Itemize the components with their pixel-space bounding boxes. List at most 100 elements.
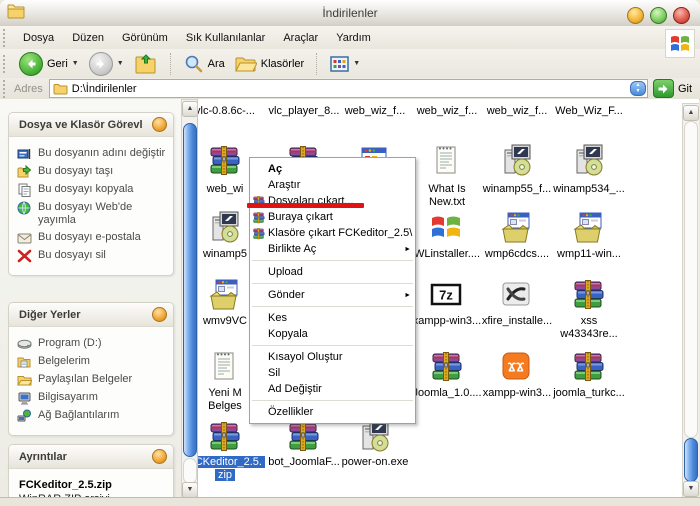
context-menu-item-sil[interactable]: Sil xyxy=(250,365,415,381)
views-icon xyxy=(330,56,349,72)
context-menu-item-upload[interactable]: Upload xyxy=(250,264,415,280)
views-button[interactable]: ▼ xyxy=(325,56,365,72)
file-item[interactable]: FCKeditor_2.5.zip xyxy=(197,419,262,453)
go-button[interactable] xyxy=(653,79,674,98)
views-dropdown-icon[interactable]: ▼ xyxy=(353,60,360,67)
scroll-up-icon[interactable]: ▲ xyxy=(182,101,198,117)
menu-item-label: Kes xyxy=(268,312,411,324)
forward-button[interactable]: ▼ xyxy=(84,52,129,76)
file-item[interactable]: xfire_installe... xyxy=(480,277,554,311)
scroll-down-icon[interactable]: ▼ xyxy=(683,481,699,497)
menubar-item-dosya[interactable]: Dosya xyxy=(14,29,63,47)
context-menu-item-a-[interactable]: Aç xyxy=(250,161,415,177)
toolbar: Geri ▼ ▼ Ara Klasörler ▼ xyxy=(0,49,700,78)
menubar-item-d-zen[interactable]: Düzen xyxy=(63,29,113,47)
windows-xp-logo-icon xyxy=(665,29,695,58)
submenu-arrow-icon: ► xyxy=(404,246,411,253)
scroll-down-icon[interactable]: ▼ xyxy=(182,482,198,498)
sidebar-panel-header[interactable]: Ayrıntılar xyxy=(9,445,173,469)
context-menu-item-klas-re-kart-fckeditor-2[interactable]: Klasöre çıkart FCKeditor_2.5\ xyxy=(250,225,415,241)
go-arrow-icon xyxy=(657,83,669,95)
sidebar-item-bu-dosyan-n-ad-n-de-i-tir[interactable]: Bu dosyanın adını değiştir xyxy=(17,147,167,161)
sidebar-item-belgelerim[interactable]: Belgelerim xyxy=(17,355,167,369)
context-menu: AçAraştır Dosyaları çıkart... Buraya çık… xyxy=(249,157,416,424)
file-item[interactable]: wmp6cdcs.... xyxy=(480,210,554,244)
sidebar-item-payla-lan-belgeler[interactable]: Paylaşılan Belgeler xyxy=(17,373,167,387)
collapse-button[interactable] xyxy=(152,307,167,322)
file-item[interactable]: wmp11-win... xyxy=(552,210,626,244)
context-menu-item-ara-t-r[interactable]: Araştır xyxy=(250,177,415,193)
maximize-button[interactable] xyxy=(650,7,667,24)
sidebar-panel-header[interactable]: Dosya ve Klasör Görevl xyxy=(9,113,173,137)
box-installer-icon xyxy=(499,210,535,244)
file-item[interactable]: 7zxampp-win3... xyxy=(410,277,484,311)
file-item[interactable]: What IsNew.txt xyxy=(410,143,484,177)
back-dropdown-icon[interactable]: ▼ xyxy=(72,60,79,67)
menubar-item-s-k-kullan-lanlar[interactable]: Sık Kullanılanlar xyxy=(177,29,275,47)
sidebar-scroll-thumb[interactable] xyxy=(183,123,197,457)
network-icon xyxy=(17,409,32,423)
file-item[interactable]: power-on.exe xyxy=(338,419,412,453)
address-spinner[interactable]: ▲▼ xyxy=(630,81,646,96)
menu-item-label: Aç xyxy=(268,163,411,175)
task-pane-sidebar: Dosya ve Klasör Görevl Bu dosyanın adını … xyxy=(0,99,181,497)
file-item-label[interactable]: Web_Wiz_F... xyxy=(544,105,634,117)
back-button[interactable]: Geri ▼ xyxy=(14,52,84,76)
sidebar-item-label: Bu dosyanın adını değiştir xyxy=(38,147,165,160)
forward-dropdown-icon[interactable]: ▼ xyxy=(117,60,124,67)
no-icon xyxy=(252,243,266,256)
context-menu-item--zellikler[interactable]: Özellikler xyxy=(250,404,415,420)
up-button[interactable] xyxy=(129,53,163,75)
toolbar-grip xyxy=(3,55,10,73)
context-menu-item-kopyala[interactable]: Kopyala xyxy=(250,326,415,342)
sidebar-item-bu-dosyay-e-postala[interactable]: Bu dosyayı e-postala xyxy=(17,231,167,245)
minimize-button[interactable] xyxy=(627,7,644,24)
context-menu-item-k-sayol-olu-tur[interactable]: Kısayol Oluştur xyxy=(250,349,415,365)
file-item[interactable]: winamp534_... xyxy=(552,143,626,177)
context-menu-item-kes[interactable]: Kes xyxy=(250,310,415,326)
toolbar-separator xyxy=(170,53,172,75)
address-input[interactable]: D:\İndirilenler ▲▼ xyxy=(49,79,648,98)
file-item[interactable]: winamp55_f... xyxy=(480,143,554,177)
context-menu-item-ad-de-i-tir[interactable]: Ad Değiştir xyxy=(250,381,415,397)
file-item[interactable]: WLinstaller.... xyxy=(410,210,484,244)
content-scrollbar[interactable]: ▲ ▼ xyxy=(682,103,699,497)
menubar-item-ara-lar[interactable]: Araçlar xyxy=(274,29,327,47)
sidebar-item-bu-dosyay-ta-[interactable]: Bu dosyayı taşı xyxy=(17,165,167,179)
file-item[interactable]: joomla_turkc... xyxy=(552,349,626,383)
scroll-up-icon[interactable]: ▲ xyxy=(683,105,699,121)
xfire-app-icon xyxy=(499,277,535,311)
menubar-item-g-r-n-m[interactable]: Görünüm xyxy=(113,29,177,47)
sidebar-item-a-ba-lant-lar-m[interactable]: Ağ Bağlantılarım xyxy=(17,409,167,423)
address-bar: Adres D:\İndirilenler ▲▼ Git xyxy=(0,78,700,100)
context-menu-item-g-nder[interactable]: Gönder► xyxy=(250,287,415,303)
close-button[interactable] xyxy=(673,7,690,24)
collapse-button[interactable] xyxy=(152,117,167,132)
content-scroll-thumb[interactable] xyxy=(684,438,698,482)
sidebar-item-bilgisayar-m[interactable]: Bilgisayarım xyxy=(17,391,167,405)
file-item[interactable]: ϪϪxampp-win3... xyxy=(480,349,554,383)
winrar-archive-icon xyxy=(207,419,243,453)
sidebar-panel: AyrıntılarFCKeditor_2.5.zipWinRAR ZIP ar… xyxy=(8,444,174,497)
sidebar-item-program-d-[interactable]: Program (D:) xyxy=(17,337,167,351)
collapse-button[interactable] xyxy=(152,449,167,464)
disk-drive-icon xyxy=(17,337,32,351)
file-list-view[interactable]: vlc-0.8.6c-...vlc_player_8...web_wiz_f..… xyxy=(197,99,699,497)
file-item[interactable]: Joomla_1.0.... xyxy=(410,349,484,383)
sidebar-item-bu-dosyay-kopyala[interactable]: Bu dosyayı kopyala xyxy=(17,183,167,197)
folders-button[interactable]: Klasörler xyxy=(230,55,309,73)
sidebar-panel-body: FCKeditor_2.5.zipWinRAR ZIP arşivi xyxy=(9,469,173,497)
file-item[interactable]: xssw43343re... xyxy=(552,277,626,311)
text-document-icon xyxy=(207,349,243,383)
sidebar-item-bu-dosyay-web-de-yay-mla[interactable]: Bu dosyayı Web'de yayımla xyxy=(17,201,167,227)
context-menu-item-buraya-kart[interactable]: Buraya çıkart xyxy=(250,209,415,225)
rename-icon xyxy=(17,147,32,161)
sidebar-item-bu-dosyay-sil[interactable]: Bu dosyayı sil xyxy=(17,249,167,263)
sidebar-panel-header[interactable]: Diğer Yerler xyxy=(9,303,173,327)
search-button[interactable]: Ara xyxy=(179,54,230,74)
file-item[interactable]: bot_JoomlaF... xyxy=(267,419,341,453)
menu-item-label: Sil xyxy=(268,367,411,379)
red-underline-annotation xyxy=(247,203,364,208)
context-menu-item-birlikte-a-[interactable]: Birlikte Aç► xyxy=(250,241,415,257)
menubar-item-yard-m[interactable]: Yardım xyxy=(327,29,380,47)
